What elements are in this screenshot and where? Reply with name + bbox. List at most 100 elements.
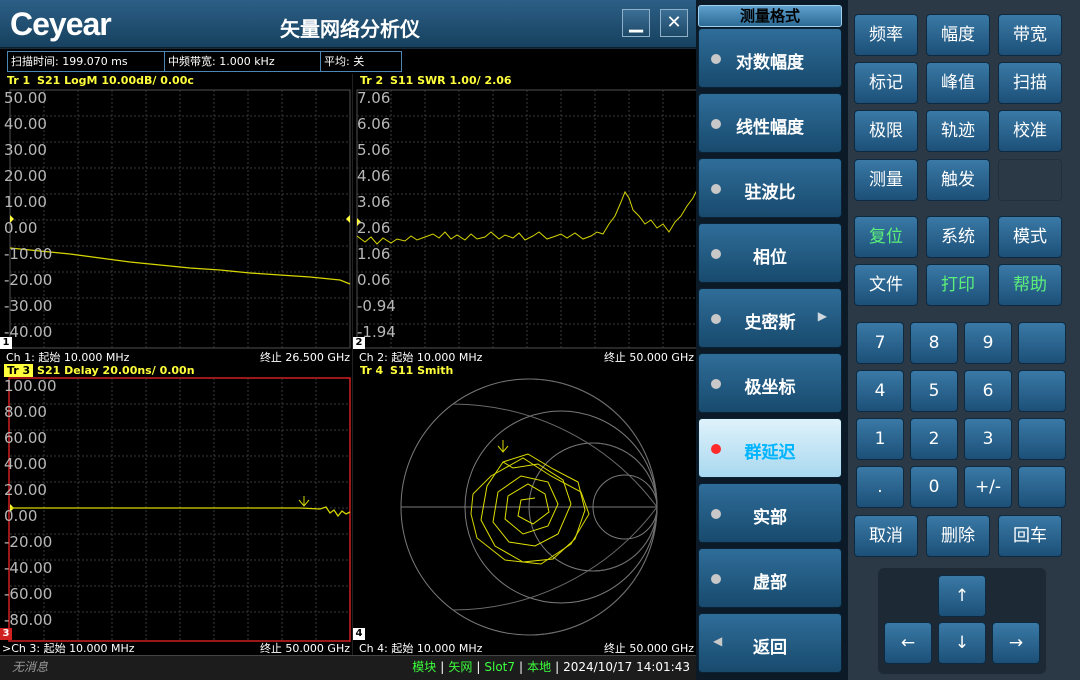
trace-1-tag[interactable]: Tr 1 [4,74,33,87]
trace-2-ytick: -0.94 [357,297,396,315]
numpad-key[interactable]: 8 [910,322,958,364]
pane-4-number: 4 [353,628,365,640]
blank-key[interactable] [1018,418,1066,460]
trace-3-ytick: 40.00 [4,455,47,473]
hardkey[interactable]: 文件 [854,264,918,306]
hardkey[interactable]: 极限 [854,110,918,152]
hardkey[interactable]: 频率 [854,14,918,56]
trace-2-ytick: 5.06 [357,141,391,159]
nav-down-button[interactable]: ↓ [938,622,986,664]
numpad-key[interactable]: 4 [856,370,904,412]
hardkey[interactable]: 删除 [926,515,990,557]
hardkey[interactable]: 帮助 [998,264,1062,306]
close-button[interactable]: ✕ [660,9,688,37]
softkey-10[interactable]: 返回 ◀ [698,613,842,673]
trace-pane-1[interactable]: Tr 1 S21 LogM 10.00dB/ 0.00c 50.00 40.00 3… [0,74,352,364]
trace-1-header[interactable]: Tr 1 S21 LogM 10.00dB/ 0.00c [4,74,194,87]
softkey-1[interactable]: 对数幅度 [698,28,842,88]
vna-status: 矢网 [448,660,473,674]
hardkey[interactable]: 测量 [854,159,918,201]
trace-3-ytick: 80.00 [4,403,47,421]
trace-3-ytick: 0.00 [4,507,38,525]
hardkey[interactable]: 校准 [998,110,1062,152]
softkey-7[interactable]: 群延迟 [698,418,842,478]
softkey-9[interactable]: 虚部 [698,548,842,608]
trace-3-description: S21 Delay 20.00ns/ 0.00n [37,364,195,377]
blank-key[interactable] [1018,466,1066,508]
message-text: 无消息 [12,660,49,674]
pane-1-number: 1 [0,337,12,349]
back-arrow-icon: ◀ [713,634,723,648]
softkey-4[interactable]: 相位 [698,223,842,283]
numpad-key[interactable]: 9 [964,322,1012,364]
numpad-key[interactable]: 5 [910,370,958,412]
hardkey[interactable]: 带宽 [998,14,1062,56]
hardkey[interactable]: 轨迹 [926,110,990,152]
hardkey[interactable]: 扫描 [998,62,1062,104]
numpad-key[interactable]: 3 [964,418,1012,460]
hardkey[interactable]: 标记 [854,62,918,104]
hardkey-panel: 频率 幅度 带宽标记 峰值 扫描极限 轨迹 校准测量 触发 复位 系统 模式文件 打印 帮助取消 删除 回车… [848,0,1080,680]
trace-1-ytick: 30.00 [4,141,47,159]
title-bar: Ceyear 矢量网络分析仪 ▁ ✕ [0,0,696,48]
numpad-key[interactable]: 1 [856,418,904,460]
submenu-arrow-icon: ▶ [817,309,827,323]
module-status: 模块 [412,660,437,674]
trace-2-header[interactable]: Tr 2 S11 SWR 1.00/ 2.06 [357,74,512,87]
hardkey[interactable]: 幅度 [926,14,990,56]
trace-4-tag[interactable]: Tr 4 [357,364,386,377]
ch2-start-label: Ch 2: 起始 10.000 MHz [359,351,483,364]
ch4-stop-label: 终止 50.000 GHz [603,642,694,655]
softkey-5[interactable]: 史密斯 ▶ [698,288,842,348]
trace-3-tag[interactable]: Tr 3 [4,364,34,377]
measurement-status-row: 扫描时间: 199.070 ms 中频带宽: 1.000 kHz 平均: 关 [0,49,696,74]
blank-key[interactable] [1018,370,1066,412]
trace-2-ytick: 1.06 [357,245,391,263]
trace-2-tag[interactable]: Tr 2 [357,74,386,87]
trace-3-ytick: 100.00 [4,377,57,395]
softkey-8[interactable]: 实部 [698,483,842,543]
numpad-key[interactable]: 6 [964,370,1012,412]
numpad-key[interactable]: +/- [964,466,1012,508]
ch2-stop-label: 终止 50.000 GHz [603,351,694,364]
softkey-2[interactable]: 线性幅度 [698,93,842,153]
blank-key[interactable] [1018,322,1066,364]
trace-1-ytick: 20.00 [4,167,47,185]
nav-up-button[interactable]: ↑ [938,575,986,617]
hardkey[interactable]: 模式 [998,216,1062,258]
numpad-key[interactable]: 2 [910,418,958,460]
pane-3-number: 3 [0,628,12,640]
local-status: 本地 [527,660,552,674]
trace-2-ytick: 4.06 [357,167,391,185]
trace-pane-3[interactable]: Tr 3 S21 Delay 20.00ns/ 0.00n 100.00 80.0… [0,364,352,655]
bottom-status-bar: 无消息 模块 | 矢网 | Slot7 | 本地 | 2024/10/17 14:01:43 [0,655,696,680]
hardkey[interactable]: 回车 [998,515,1062,557]
trace-1-ytick: 50.00 [4,89,47,107]
trace-3-ytick: -20.00 [4,533,53,551]
hardkey[interactable]: 触发 [926,159,990,201]
nav-right-button[interactable]: → [992,622,1040,664]
numpad-key[interactable]: . [856,466,904,508]
minimize-button[interactable]: ▁ [622,9,650,37]
numpad-key[interactable]: 0 [910,466,958,508]
trace-pane-4[interactable]: Tr 4 S11 Smith Ch 4: 起始 10.000 MHz 终止 50… [352,364,696,655]
hardkey[interactable]: 复位 [854,216,918,258]
hardkey[interactable]: 打印 [926,264,990,306]
hardkey[interactable]: 系统 [926,216,990,258]
datetime: 2024/10/17 14:01:43 [563,660,690,674]
hardkey[interactable]: 取消 [854,515,918,557]
trace-3-ytick: -40.00 [4,559,53,577]
trace-pane-2[interactable]: Tr 2 S11 SWR 1.00/ 2.06 7.06 6.06 5.06 4.06… [352,74,696,364]
slot-status: Slot7 [484,660,516,674]
trace-4-header[interactable]: Tr 4 S11 Smith [357,364,453,377]
hardkey[interactable]: 峰值 [926,62,990,104]
trace-3-header[interactable]: Tr 3 S21 Delay 20.00ns/ 0.00n [4,364,195,377]
softkey-label: 群延迟 [744,443,796,463]
trace-1-plot [9,89,351,349]
nav-left-button[interactable]: ← [884,622,932,664]
softkey-6[interactable]: 极坐标 [698,353,842,413]
trace-1-ytick: 0.00 [4,219,38,237]
numpad-key[interactable]: 7 [856,322,904,364]
softkey-3[interactable]: 驻波比 [698,158,842,218]
trace-1-ytick: -30.00 [4,297,53,315]
